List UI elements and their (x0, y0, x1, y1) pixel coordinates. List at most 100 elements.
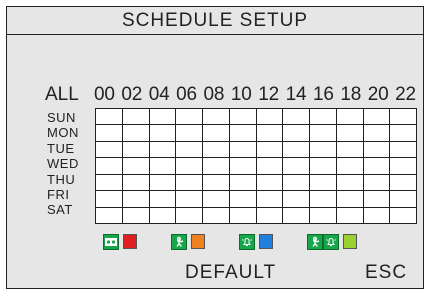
schedule-cell[interactable] (176, 109, 203, 126)
schedule-cell[interactable] (203, 174, 230, 192)
schedule-cell[interactable] (203, 141, 230, 159)
schedule-cell[interactable] (176, 141, 203, 159)
esc-button[interactable]: ESC (365, 262, 407, 284)
schedule-cell[interactable] (203, 207, 230, 224)
schedule-cell[interactable] (283, 207, 310, 224)
schedule-cell[interactable] (229, 207, 257, 224)
schedule-cell[interactable] (256, 191, 284, 208)
schedule-cell[interactable] (256, 125, 284, 142)
day-label-sun[interactable]: SUN (47, 110, 79, 125)
legend-record[interactable] (103, 234, 137, 250)
schedule-cell[interactable] (149, 141, 177, 159)
day-label-mon[interactable]: MON (47, 125, 79, 140)
schedule-grid[interactable] (95, 108, 417, 224)
schedule-cell[interactable] (283, 125, 310, 142)
schedule-cell[interactable] (122, 158, 150, 175)
schedule-cell[interactable] (363, 141, 391, 159)
day-label-sat[interactable]: SAT (47, 202, 79, 217)
schedule-cell[interactable] (283, 174, 310, 192)
schedule-cell[interactable] (149, 109, 177, 126)
schedule-cell[interactable] (390, 158, 417, 175)
schedule-cell[interactable] (336, 174, 364, 192)
schedule-cell[interactable] (203, 125, 230, 142)
schedule-cell[interactable] (96, 109, 123, 126)
schedule-cell[interactable] (363, 191, 391, 208)
schedule-cell[interactable] (390, 174, 417, 192)
schedule-cell[interactable] (283, 141, 310, 159)
schedule-cell[interactable] (310, 207, 337, 224)
schedule-cell[interactable] (176, 191, 203, 208)
schedule-cell[interactable] (229, 158, 257, 175)
schedule-cell[interactable] (256, 141, 284, 159)
schedule-cell[interactable] (122, 207, 150, 224)
schedule-cell[interactable] (122, 174, 150, 192)
schedule-cell[interactable] (310, 158, 337, 175)
schedule-cell[interactable] (176, 158, 203, 175)
schedule-cell[interactable] (229, 125, 257, 142)
schedule-cell[interactable] (363, 174, 391, 192)
day-label-fri[interactable]: FRI (47, 187, 79, 202)
schedule-cell[interactable] (363, 158, 391, 175)
schedule-cell[interactable] (96, 158, 123, 175)
schedule-cell[interactable] (149, 125, 177, 142)
schedule-cell[interactable] (336, 125, 364, 142)
schedule-cell[interactable] (390, 109, 417, 126)
schedule-cell[interactable] (122, 141, 150, 159)
schedule-cell[interactable] (310, 125, 337, 142)
schedule-cell[interactable] (229, 174, 257, 192)
legend-motion[interactable] (171, 234, 205, 250)
schedule-cell[interactable] (96, 174, 123, 192)
schedule-cell[interactable] (176, 125, 203, 142)
default-button[interactable]: DEFAULT (185, 262, 276, 284)
schedule-cell[interactable] (363, 207, 391, 224)
schedule-cell[interactable] (96, 207, 123, 224)
schedule-cell[interactable] (256, 158, 284, 175)
schedule-cell[interactable] (149, 158, 177, 175)
schedule-cell[interactable] (310, 109, 337, 126)
schedule-cell[interactable] (283, 109, 310, 126)
schedule-cell[interactable] (229, 109, 257, 126)
schedule-cell[interactable] (310, 141, 337, 159)
schedule-cell[interactable] (363, 125, 391, 142)
schedule-cell[interactable] (336, 141, 364, 159)
schedule-cell[interactable] (149, 191, 177, 208)
schedule-cell[interactable] (122, 109, 150, 126)
schedule-cell[interactable] (96, 141, 123, 159)
schedule-cell[interactable] (176, 207, 203, 224)
schedule-cell[interactable] (390, 125, 417, 142)
schedule-cell[interactable] (336, 158, 364, 175)
schedule-cell[interactable] (336, 207, 364, 224)
schedule-cell[interactable] (310, 191, 337, 208)
schedule-cell[interactable] (256, 109, 284, 126)
day-label-tue[interactable]: TUE (47, 141, 79, 156)
legend-alarm[interactable] (239, 234, 273, 250)
schedule-cell[interactable] (122, 125, 150, 142)
schedule-cell[interactable] (256, 174, 284, 192)
schedule-cell[interactable] (283, 158, 310, 175)
schedule-cell[interactable] (229, 141, 257, 159)
day-label-wed[interactable]: WED (47, 156, 79, 171)
schedule-cell[interactable] (203, 109, 230, 126)
schedule-cell[interactable] (336, 109, 364, 126)
schedule-cell[interactable] (310, 174, 337, 192)
all-select[interactable]: ALL (45, 84, 79, 106)
hour-label: 20 (367, 84, 389, 105)
schedule-cell[interactable] (229, 191, 257, 208)
schedule-cell[interactable] (363, 109, 391, 126)
day-label-thu[interactable]: THU (47, 172, 79, 187)
schedule-cell[interactable] (390, 191, 417, 208)
schedule-cell[interactable] (336, 191, 364, 208)
schedule-cell[interactable] (283, 191, 310, 208)
schedule-cell[interactable] (176, 174, 203, 192)
schedule-cell[interactable] (256, 207, 284, 224)
schedule-cell[interactable] (390, 141, 417, 159)
schedule-cell[interactable] (149, 174, 177, 192)
schedule-cell[interactable] (149, 207, 177, 224)
legend-motion-alarm[interactable] (307, 234, 357, 250)
schedule-cell[interactable] (203, 191, 230, 208)
schedule-cell[interactable] (390, 207, 417, 224)
schedule-cell[interactable] (203, 158, 230, 175)
schedule-cell[interactable] (122, 191, 150, 208)
schedule-cell[interactable] (96, 191, 123, 208)
schedule-cell[interactable] (96, 125, 123, 142)
